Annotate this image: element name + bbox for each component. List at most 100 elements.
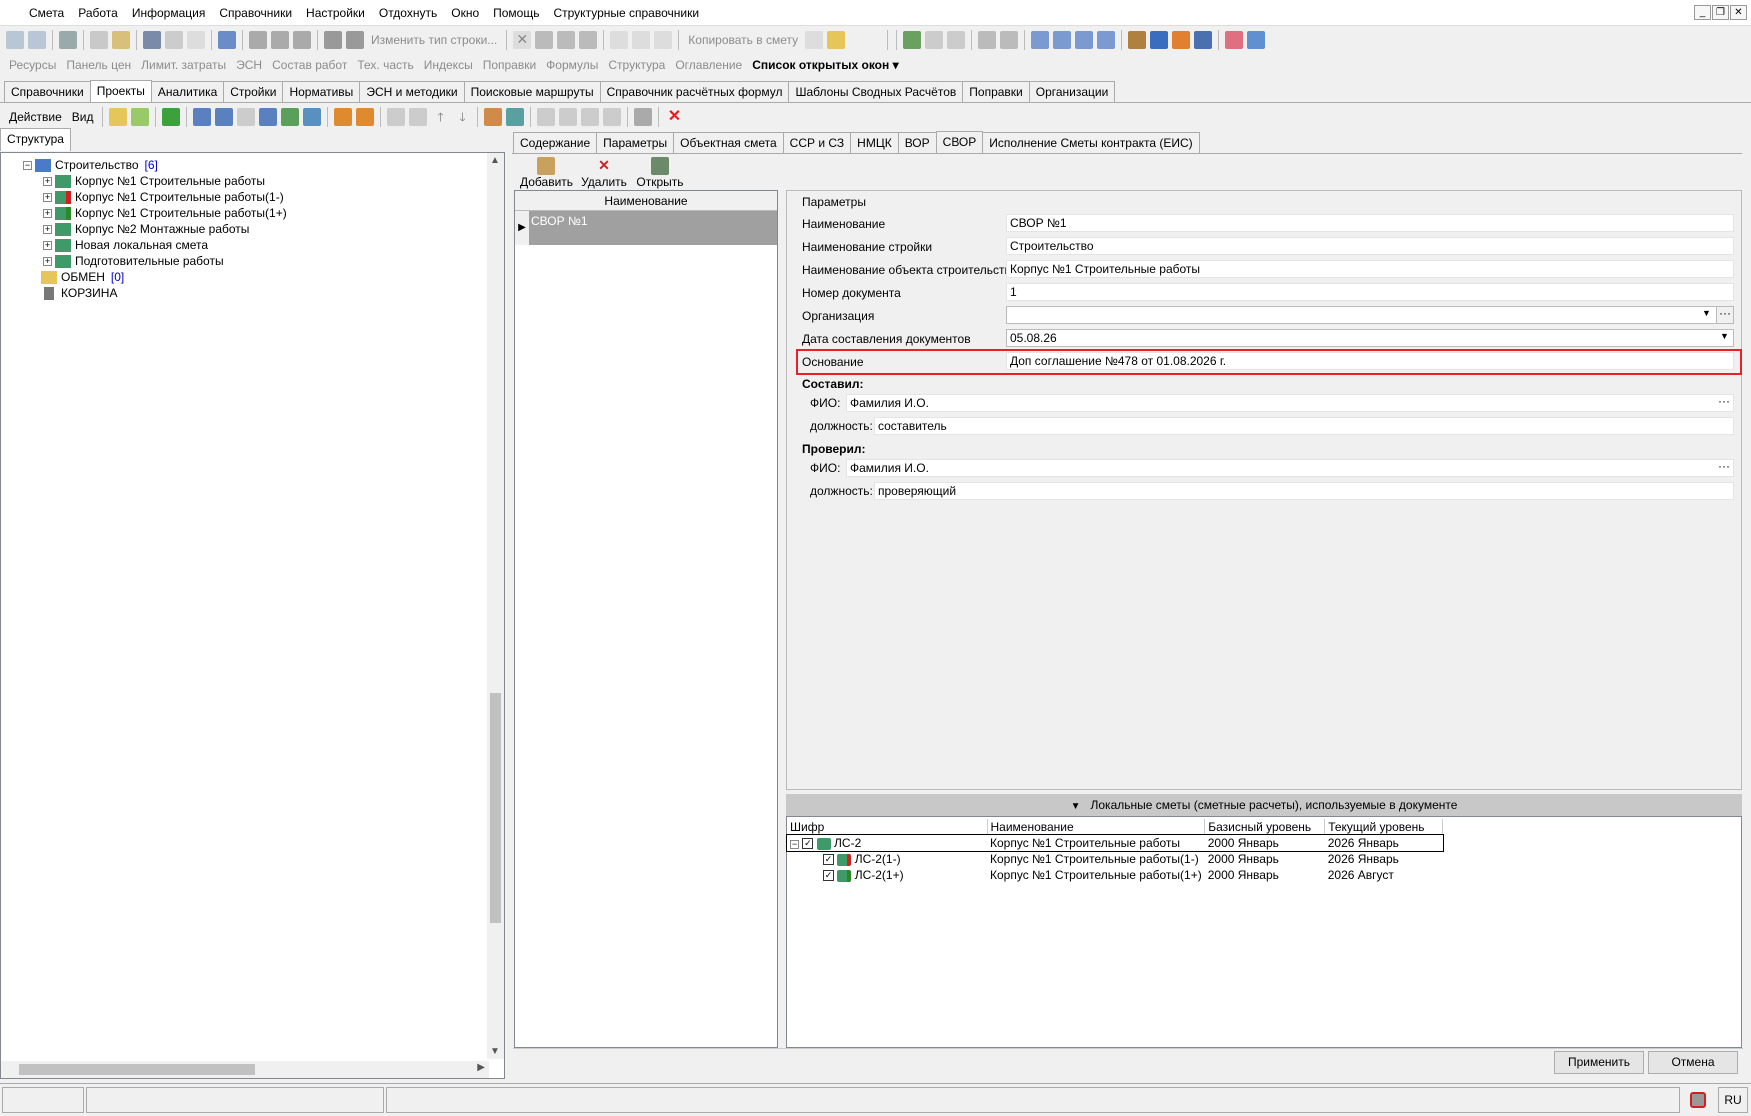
tree-item[interactable]: + Корпус №1 Строительные работы(1+) — [43, 205, 287, 221]
construction-field[interactable]: Строительство — [1006, 237, 1734, 255]
folder-new-icon[interactable] — [131, 108, 150, 126]
clear-icon[interactable]: ✕ — [513, 31, 532, 49]
compare-icon[interactable] — [506, 108, 525, 126]
refresh-green-icon[interactable] — [162, 108, 181, 126]
tree-icon[interactable] — [6, 31, 24, 49]
menu-refs[interactable]: Справочники — [212, 0, 299, 26]
minimize-button[interactable]: _ — [1694, 5, 1711, 20]
copy-to-estimate-button[interactable]: Копировать в смету — [683, 33, 803, 47]
tab-projects[interactable]: Проекты — [89, 80, 152, 103]
menu-help[interactable]: Помощь — [486, 0, 546, 26]
insert2-icon[interactable] — [271, 31, 289, 49]
tree-trash[interactable]: КОРЗИНА — [41, 285, 117, 301]
work-composition-button[interactable]: Состав работ — [267, 58, 352, 72]
expand-icon[interactable]: + — [43, 192, 52, 202]
car-icon[interactable] — [324, 31, 342, 49]
menu-work[interactable]: Работа — [71, 0, 125, 26]
books-icon[interactable] — [1225, 31, 1244, 49]
building2-icon[interactable] — [215, 108, 234, 126]
tab-params[interactable]: Параметры — [596, 132, 675, 153]
delete-doc-button[interactable]: ✕ Удалить — [580, 157, 628, 189]
tp-icon[interactable] — [947, 31, 966, 49]
import-icon[interactable] — [356, 108, 375, 126]
close-button[interactable]: ✕ — [1730, 5, 1747, 20]
hierarchy-icon[interactable] — [484, 108, 503, 126]
date-dropdown-icon[interactable]: ▼ — [1720, 331, 1729, 341]
building-icon[interactable] — [193, 108, 212, 126]
doc-icon[interactable] — [237, 108, 256, 126]
horizontal-scrollbar[interactable]: ▶ — [1, 1061, 489, 1078]
expand-icon[interactable]: + — [43, 208, 52, 218]
outdent-icon[interactable] — [1075, 31, 1094, 49]
apply-button[interactable]: Применить — [1554, 1051, 1644, 1074]
arrow-up-icon[interactable]: 🡑 — [431, 108, 449, 126]
table-row[interactable]: ✓ ЛС-2(1+) Корпус №1 Строительные работы… — [787, 867, 1443, 883]
menu-window[interactable]: Окно — [444, 0, 486, 26]
local-estimates-header[interactable]: ▼ Локальные сметы (сметные расчеты), исп… — [786, 794, 1742, 816]
tp2-icon[interactable] — [559, 108, 578, 126]
tree-item[interactable]: + Корпус №1 Строительные работы — [43, 173, 265, 189]
tab-analytics[interactable]: Аналитика — [150, 81, 225, 102]
expand-icon[interactable]: + — [43, 240, 52, 250]
doc-number-field[interactable]: 1 — [1006, 283, 1734, 301]
tab-structure[interactable]: Структура — [0, 128, 71, 151]
tab-constructions[interactable]: Стройки — [223, 81, 284, 102]
table-row[interactable]: − ✓ ЛС-2 Корпус №1 Строительные работы 2… — [786, 834, 1444, 852]
col-current[interactable]: Текущий уровень — [1324, 819, 1444, 835]
action-menu[interactable]: Действие — [4, 110, 67, 124]
arrow-down-icon[interactable]: 🡓 — [453, 108, 471, 126]
expand-icon[interactable]: + — [43, 224, 52, 234]
org-ellipsis-button[interactable]: ··· — [1716, 306, 1734, 324]
indent2-icon[interactable] — [1053, 31, 1072, 49]
object-field[interactable]: Корпус №1 Строительные работы — [1006, 260, 1734, 278]
insert-icon[interactable] — [249, 31, 267, 49]
checkbox[interactable]: ✓ — [823, 854, 834, 866]
esn-button[interactable]: ЭСН — [231, 58, 267, 72]
truck-icon[interactable] — [1150, 31, 1169, 49]
book-blue-icon[interactable] — [303, 108, 322, 126]
arrow-icon[interactable] — [579, 31, 598, 49]
excel-icon[interactable] — [59, 31, 77, 49]
pct-icon[interactable] — [537, 108, 556, 126]
tab-eis[interactable]: Исполнение Сметы контракта (ЕИС) — [982, 132, 1200, 153]
name-field[interactable]: СВОР №1 — [1006, 214, 1734, 232]
tab-formulas[interactable]: Справочник расчётных формул — [599, 81, 790, 102]
tab-refs[interactable]: Справочники — [4, 81, 91, 102]
book-icon[interactable] — [903, 31, 922, 49]
tech-part-button[interactable]: Тех. часть — [352, 58, 418, 72]
tz-icon[interactable] — [603, 108, 622, 126]
folder-up-icon[interactable] — [109, 108, 128, 126]
tab-templates[interactable]: Шаблоны Сводных Расчётов — [788, 81, 964, 102]
checkbox[interactable]: ✓ — [802, 838, 814, 850]
tree-item[interactable]: + Корпус №2 Монтажные работы — [43, 221, 249, 237]
tab-ssr[interactable]: ССР и СЗ — [782, 132, 852, 153]
outdent2-icon[interactable] — [1097, 31, 1116, 49]
list-row[interactable]: СВОР №1 — [529, 211, 777, 245]
resources-button[interactable]: Ресурсы — [4, 58, 61, 72]
contents-button[interactable]: Оглавление — [670, 58, 747, 72]
composed-ellipsis-icon[interactable]: ··· — [1718, 394, 1730, 408]
tab-contents[interactable]: Содержание — [513, 132, 598, 153]
books2-icon[interactable] — [1247, 31, 1266, 49]
organization-select[interactable] — [1006, 306, 1734, 324]
tab-object-estimate[interactable]: Объектная смета — [673, 132, 784, 153]
open-button[interactable]: Открыть — [634, 157, 686, 189]
tree-item[interactable]: + Подготовительные работы — [43, 253, 224, 269]
collapse-icon[interactable]: − — [23, 160, 32, 170]
copy3-icon[interactable] — [805, 31, 824, 49]
export-icon[interactable] — [334, 108, 353, 126]
menu-rest[interactable]: Отдохнуть — [372, 0, 444, 26]
basis-field[interactable]: Доп соглашение №478 от 01.08.2026 г. — [1006, 352, 1734, 370]
tab-organizations[interactable]: Организации — [1028, 81, 1116, 102]
checked-ellipsis-icon[interactable]: ··· — [1718, 459, 1730, 473]
tree-root[interactable]: − Строительство [6] — [23, 157, 158, 173]
calc-icon[interactable] — [90, 31, 108, 49]
menu-struct-refs[interactable]: Структурные справочники — [546, 0, 706, 26]
machine-icon[interactable] — [1194, 31, 1213, 49]
rp-icon[interactable] — [581, 108, 600, 126]
tree-exchange[interactable]: ОБМЕН [0] — [41, 269, 124, 285]
indexes-button[interactable]: Индексы — [419, 58, 478, 72]
restore-button[interactable]: ❐ — [1712, 5, 1729, 20]
table-row[interactable]: ✓ ЛС-2(1-) Корпус №1 Строительные работы… — [787, 851, 1443, 867]
add-button[interactable]: Добавить — [520, 157, 573, 189]
